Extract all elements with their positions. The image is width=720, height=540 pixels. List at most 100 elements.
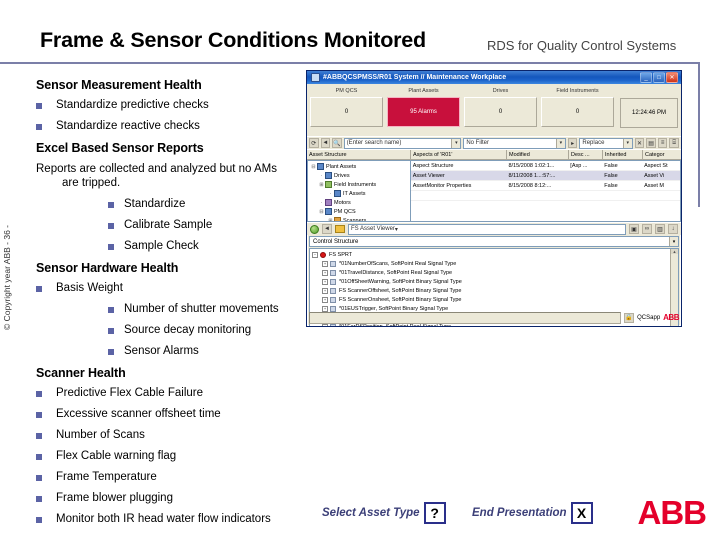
cell-inherited: False bbox=[604, 182, 618, 189]
chevron-down-icon[interactable]: ▾ bbox=[622, 138, 632, 148]
close-icon[interactable]: ✕ bbox=[666, 72, 678, 83]
tree-item[interactable]: · Drives bbox=[309, 171, 410, 180]
expand-icon[interactable]: + bbox=[322, 260, 328, 267]
expand-icon[interactable]: ⊟ bbox=[310, 164, 317, 170]
signal-item[interactable]: + *01TravelDistance, SoftPoint Real Signa… bbox=[312, 268, 678, 277]
table-row[interactable]: Aspect Structure 8/15/2008 1:02:1... [As… bbox=[410, 161, 680, 171]
column-header-aspects[interactable]: Aspects of 'R01' bbox=[411, 150, 507, 159]
expand-icon[interactable]: − bbox=[312, 251, 318, 258]
run-icon[interactable] bbox=[310, 224, 319, 234]
chevron-down-icon[interactable]: ▾ bbox=[395, 226, 398, 233]
application-screenshot: #ABBQCSPMSS/R01 System // Maintenance Wo… bbox=[306, 70, 682, 327]
control-structure-label: Control Structure bbox=[313, 238, 359, 245]
aspect-name-input[interactable]: FS Asset Viewer ▾ bbox=[348, 223, 626, 235]
column-header-asset-structure[interactable]: Asset Structure bbox=[307, 150, 411, 159]
signal-icon bbox=[330, 287, 336, 294]
tree-item[interactable]: ⊟ PM QCS bbox=[309, 207, 410, 216]
column-header-description[interactable]: Desc ... bbox=[569, 150, 603, 159]
column-header-category[interactable]: Categor bbox=[643, 150, 681, 159]
alarm-panel-button[interactable]: 0 bbox=[464, 97, 537, 127]
aspects-list[interactable]: Aspect Structure 8/15/2008 1:02:1... [As… bbox=[410, 160, 681, 222]
bullet-item: Source decay monitoring bbox=[106, 324, 300, 336]
search-input[interactable]: (Enter search name) ▾ bbox=[343, 137, 462, 149]
expand-icon[interactable]: + bbox=[322, 278, 328, 285]
chevron-down-icon[interactable]: ▾ bbox=[555, 138, 565, 148]
properties-icon[interactable]: ▣ bbox=[629, 224, 639, 234]
bullet-item: Number of shutter movements bbox=[106, 303, 300, 315]
end-presentation-group[interactable]: End Presentation X bbox=[472, 502, 593, 524]
signal-root-item[interactable]: − FS SPRT bbox=[312, 250, 678, 259]
close-icon[interactable]: X bbox=[570, 502, 593, 524]
expand-icon[interactable]: + bbox=[322, 296, 328, 303]
status-bar: 🔒 QCSapp ABB bbox=[309, 311, 679, 324]
replace-select[interactable]: Replace ▾ bbox=[579, 137, 633, 149]
chevron-down-icon[interactable]: ▾ bbox=[669, 237, 678, 246]
expand-icon[interactable]: ⊞ bbox=[318, 182, 325, 188]
folder-icon[interactable] bbox=[335, 225, 345, 233]
expand-icon[interactable]: + bbox=[322, 323, 328, 326]
signal-item[interactable]: + FS ScannerOffsheet, SoftPoint Binary Si… bbox=[312, 286, 678, 295]
help-icon[interactable]: ? bbox=[423, 502, 446, 524]
alarm-panel-button[interactable]: 0 bbox=[541, 97, 614, 127]
signal-item[interactable]: + *01NumberOfScans, SoftPoint Real Signal… bbox=[312, 259, 678, 268]
maximize-icon[interactable]: □ bbox=[653, 72, 665, 83]
column-header-modified[interactable]: Modified bbox=[507, 150, 569, 159]
sort-ascending-icon[interactable]: ↓ bbox=[668, 224, 678, 234]
alarm-panel-button[interactable]: 0 bbox=[310, 97, 383, 127]
clear-icon[interactable]: ✕ bbox=[634, 138, 645, 148]
table-row[interactable]: Asset Viewer 8/11/2008 1...:57:... False… bbox=[410, 171, 680, 181]
cell-category: Aspect St bbox=[644, 162, 668, 169]
bullet-item: Calibrate Sample bbox=[106, 219, 300, 231]
highlight-icon[interactable]: ▥ bbox=[655, 224, 665, 234]
copyright-notice: © Copyright year ABB - 36 - bbox=[2, 224, 12, 330]
cell-inherited: False bbox=[604, 172, 618, 179]
sort-icon[interactable]: ≡ bbox=[657, 138, 668, 148]
signal-label: FS ScannerOnsheet, SoftPoint Binary Sign… bbox=[339, 296, 462, 303]
tree-item[interactable]: ⊞ Scanners bbox=[309, 216, 410, 222]
back-icon[interactable]: ◄ bbox=[322, 224, 332, 234]
signal-item[interactable]: + *01OffSheetWarning, SoftPoint Binary Si… bbox=[312, 277, 678, 286]
cell-description: [Asp ... bbox=[570, 162, 588, 169]
lock-icon[interactable]: 🔒 bbox=[624, 312, 635, 323]
cell-name: AssetMonitor Properties bbox=[412, 182, 472, 189]
title-divider-vertical bbox=[698, 62, 700, 207]
node-icon bbox=[325, 208, 332, 215]
bullet-item: Sample Check bbox=[106, 240, 300, 252]
refresh-icon[interactable]: ⟳ bbox=[309, 138, 319, 148]
status-message-field bbox=[309, 311, 622, 324]
main-split-panes: ⊟ Plant Assets · Drives ⊞ Field Instrume… bbox=[307, 160, 681, 222]
table-row[interactable]: AssetMonitor Properties 8/15/2008 8:12:.… bbox=[410, 181, 680, 191]
back-icon[interactable]: ◄ bbox=[320, 138, 331, 148]
asset-structure-tree[interactable]: ⊟ Plant Assets · Drives ⊞ Field Instrume… bbox=[307, 160, 411, 222]
select-asset-type-label: Select Asset Type bbox=[322, 507, 420, 519]
tree-icon[interactable]: ⌸ bbox=[669, 138, 679, 148]
select-asset-type-group[interactable]: Select Asset Type ? bbox=[322, 502, 446, 524]
signal-item[interactable]: + FS ScannerOnsheet, SoftPoint Binary Sig… bbox=[312, 295, 678, 304]
tree-item-label: Scanners bbox=[343, 217, 367, 222]
chevron-down-icon[interactable]: ▾ bbox=[451, 138, 461, 148]
signal-icon bbox=[330, 296, 336, 303]
column-header-inherited[interactable]: Inherited bbox=[603, 150, 643, 159]
expand-icon[interactable]: + bbox=[322, 287, 328, 294]
filter-apply-icon[interactable]: ▸ bbox=[567, 138, 578, 148]
expand-icon[interactable]: ⊟ bbox=[318, 209, 325, 215]
tree-item[interactable]: ⊞ Field Instruments bbox=[309, 180, 410, 189]
heading-scanner-health: Scanner Health bbox=[36, 366, 126, 380]
link-icon[interactable]: ∞ bbox=[642, 224, 652, 234]
slide-content: Sensor Measurement Health Standardize pr… bbox=[0, 78, 300, 534]
tree-item[interactable]: · IT Assets bbox=[309, 189, 410, 198]
table-row[interactable] bbox=[410, 191, 680, 201]
expand-icon[interactable]: ⊞ bbox=[327, 218, 334, 222]
panel-icon[interactable]: ▤ bbox=[646, 138, 656, 148]
expand-icon[interactable]: + bbox=[322, 269, 328, 276]
control-structure-select[interactable]: Control Structure ▾ bbox=[309, 236, 679, 247]
filter-select[interactable]: No Filter ▾ bbox=[463, 137, 566, 149]
tree-item[interactable]: ⊟ Plant Assets bbox=[309, 162, 410, 171]
bullet-item: Sensor Alarms bbox=[106, 345, 300, 357]
cell-modified: 8/15/2008 8:12:... bbox=[508, 182, 552, 189]
alarm-panel-button-active[interactable]: 95 Alarms bbox=[387, 97, 460, 127]
tree-item-label: Motors bbox=[334, 199, 351, 206]
tree-item[interactable]: · Motors bbox=[309, 198, 410, 207]
search-icon[interactable]: 🔍 bbox=[332, 138, 342, 148]
minimize-icon[interactable]: _ bbox=[640, 72, 652, 83]
